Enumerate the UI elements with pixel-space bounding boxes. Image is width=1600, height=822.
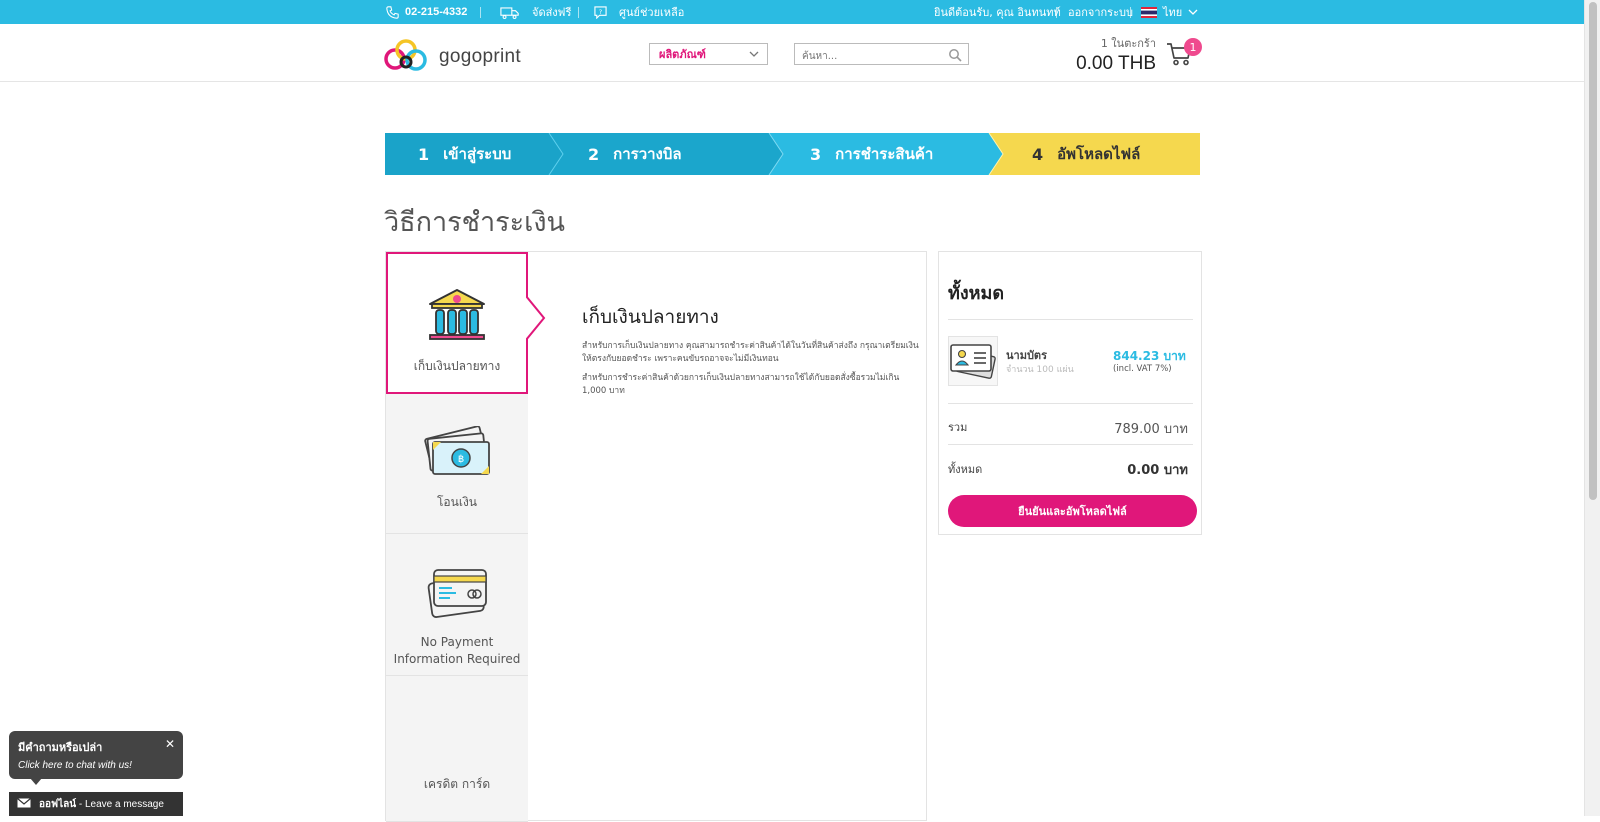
- top-info-bar: 02-215-4332 จัดส่งฟรี ? ศูนย์ช่วยเหลือ ย…: [0, 0, 1584, 24]
- language-selector[interactable]: ไทย: [1141, 0, 1198, 24]
- svg-text:฿: ฿: [458, 454, 464, 465]
- step-label: อัพโหลดไฟล์: [1057, 145, 1141, 163]
- card-icon: [426, 566, 488, 625]
- help-center-label: ศูนย์ช่วยเหลือ: [619, 6, 685, 19]
- chat-offline-message: - Leave a message: [78, 798, 164, 810]
- payment-method-list: เก็บเงินปลายทาง ฿ โอนเงิน No Payment Inf…: [386, 252, 528, 822]
- subtotal-label: รวม: [948, 421, 968, 434]
- payment-method-credit-card[interactable]: เครดิต การ์ด: [386, 676, 528, 822]
- product-select[interactable]: ผลิตภัณฑ์: [649, 43, 768, 65]
- help-center-link[interactable]: ? ศูนย์ช่วยเหลือ: [594, 0, 684, 24]
- product-thumbnail: [948, 336, 998, 386]
- payment-method-label: โอนเงิน: [436, 495, 478, 509]
- checkout-steps: 1 เข้าสู่ระบบ 2 การวางบิล 3 การชำระสินค้…: [385, 133, 1200, 175]
- subtotal-value: 789.00 บาท: [1114, 422, 1188, 437]
- chat-cta: Click here to chat with us!: [18, 760, 132, 771]
- total-label: ทั้งหมด: [948, 463, 983, 476]
- step-payment[interactable]: 3 การชำระสินค้า: [810, 133, 933, 175]
- step-billing[interactable]: 2 การวางบิล: [588, 133, 682, 175]
- free-shipping-link[interactable]: จัดส่งฟรี: [500, 0, 571, 24]
- payment-method-label: เครดิต การ์ด: [423, 777, 491, 791]
- active-pointer-icon: [526, 296, 546, 340]
- payment-method-label: No Payment Information Required: [393, 635, 521, 666]
- chat-offline-bar[interactable]: ออฟไลน์ - Leave a message: [9, 792, 183, 816]
- order-summary: ทั้งหมด นามบัตร จำนวน 100 แผ่น 844.23 บา…: [938, 251, 1202, 535]
- cart-total: 0.00 THB: [1076, 53, 1156, 74]
- chat-bubble-tail: [30, 778, 42, 785]
- language-label: ไทย: [1163, 6, 1183, 19]
- logo-text: gogoprint: [439, 46, 521, 67]
- gogoprint-logo-icon: [383, 38, 429, 76]
- cart-count-text: 1 ในตะกร้า: [1100, 37, 1156, 50]
- summary-title: ทั้งหมด: [948, 283, 1005, 304]
- method-detail-paragraph: สำหรับการเก็บเงินปลายทาง คุณสามารถชำระค่…: [582, 341, 919, 364]
- free-shipping-label: จัดส่งฟรี: [532, 6, 572, 19]
- search-input[interactable]: [795, 46, 935, 67]
- mail-icon: [17, 797, 31, 811]
- step-number: 2: [588, 144, 600, 164]
- step-number: 1: [418, 144, 430, 164]
- step-label: เข้าสู่ระบบ: [443, 145, 512, 163]
- chevron-down-icon: [748, 48, 760, 63]
- bank-icon: [426, 288, 488, 347]
- total-value: 0.00 บาท: [1127, 463, 1188, 478]
- payment-method-transfer[interactable]: ฿ โอนเงิน: [386, 394, 528, 534]
- payment-method-detail: เก็บเงินปลายทาง สำหรับการเก็บเงินปลายทาง…: [582, 302, 920, 404]
- step-label: การวางบิล: [613, 145, 682, 163]
- logo[interactable]: gogoprint: [383, 38, 521, 76]
- chat-prompt-bubble[interactable]: มีคำถามหรือเปล่า Click here to chat with…: [9, 731, 183, 779]
- cart-badge: 1: [1184, 38, 1202, 56]
- business-card-icon: [949, 344, 997, 389]
- search-box[interactable]: [794, 43, 969, 67]
- svg-text:?: ?: [599, 7, 602, 15]
- step-label: การชำระสินค้า: [835, 145, 934, 163]
- step-number: 3: [810, 144, 822, 164]
- phone-number: 02-215-4332: [405, 6, 468, 18]
- method-detail-paragraph: สำหรับการชำระค่าสินค้าด้วยการเก็บเงินปลา…: [582, 373, 900, 396]
- chat-offline-label: ออฟไลน์: [39, 798, 77, 810]
- step-upload[interactable]: 4 อัพโหลดไฟล์: [1032, 133, 1140, 175]
- product-select-value: ผลิตภัณฑ์: [659, 48, 706, 61]
- close-icon[interactable]: ✕: [165, 737, 175, 751]
- phone-icon: [386, 5, 399, 19]
- search-icon[interactable]: [948, 47, 962, 66]
- product-vat-note: (incl. VAT 7%): [1113, 364, 1172, 374]
- scrollbar-thumb[interactable]: [1589, 2, 1597, 500]
- cash-icon: ฿: [421, 425, 493, 483]
- chat-question: มีคำถามหรือเปล่า: [18, 741, 103, 754]
- step-login[interactable]: 1 เข้าสู่ระบบ: [418, 133, 511, 175]
- phone-link[interactable]: 02-215-4332: [386, 0, 467, 24]
- product-quantity: จำนวน 100 แผ่น: [1006, 365, 1074, 375]
- cart-summary[interactable]: 1 ในตะกร้า 0.00 THB: [1060, 34, 1156, 75]
- payment-method-cod[interactable]: เก็บเงินปลายทาง: [386, 252, 528, 394]
- payment-methods-panel: เก็บเงินปลายทาง ฿ โอนเงิน No Payment Inf…: [385, 251, 927, 822]
- chevron-down-icon: [1188, 9, 1198, 16]
- method-detail-title: เก็บเงินปลายทาง: [582, 306, 719, 328]
- help-icon: ?: [594, 5, 607, 19]
- step-number: 4: [1032, 144, 1044, 164]
- truck-icon: [500, 6, 520, 19]
- page-title: วิธีการชำระเงิน: [384, 207, 566, 238]
- site-header: gogoprint ผลิตภัณฑ์ 1 ในตะกร้า 0.00 THB …: [0, 24, 1584, 82]
- page-scrollbar[interactable]: [1584, 0, 1600, 816]
- confirm-upload-button[interactable]: ยืนยันและอัพโหลดไฟล์: [948, 495, 1197, 527]
- payment-method-label: เก็บเงินปลายทาง: [413, 359, 501, 373]
- payment-method-no-info[interactable]: No Payment Information Required: [386, 534, 528, 676]
- logout-link[interactable]: ออกจากระบบ: [1068, 0, 1133, 24]
- welcome-text: ยินดีต้อนรับ, คุณ อินทนทท์: [934, 6, 1061, 19]
- thai-flag-icon: [1141, 6, 1157, 18]
